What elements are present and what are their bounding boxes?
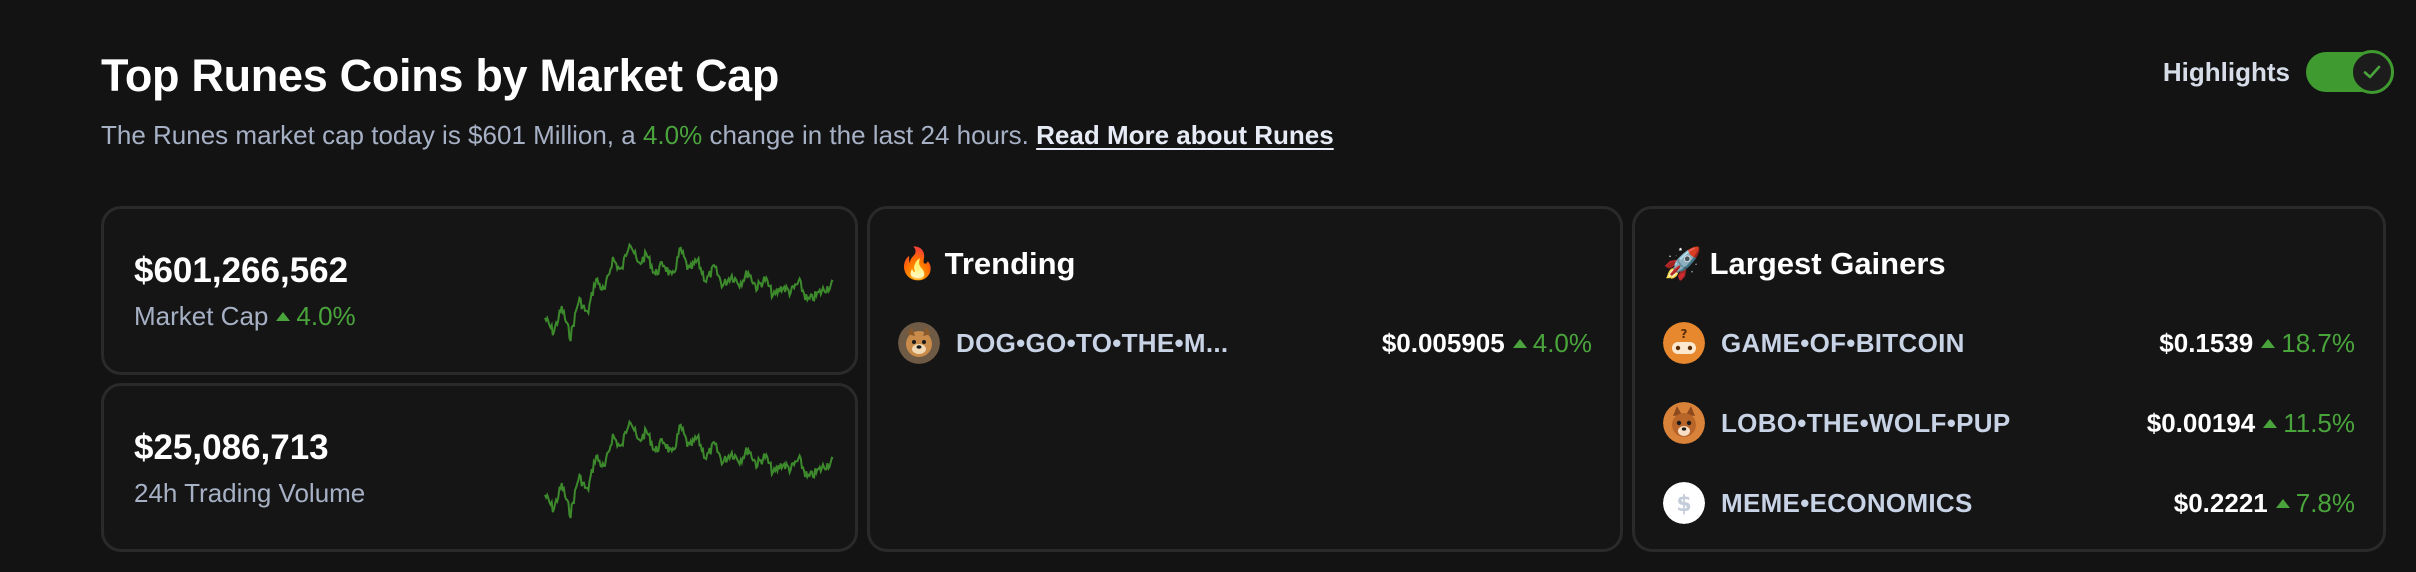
dog-icon — [898, 322, 940, 364]
trading-volume-card: $25,086,713 24h Trading Volume — [101, 383, 858, 552]
gainer-coin-change: 18.7% — [2261, 328, 2355, 359]
trending-coin-name: DOG•GO•TO•THE•M... — [956, 327, 1229, 358]
gainer-coin-name: GAME•OF•BITCOIN — [1721, 327, 1965, 358]
market-cap-value: $601,266,562 — [134, 251, 349, 290]
gainer-coin-change-value: 18.7% — [2281, 327, 2355, 358]
check-icon — [2363, 65, 2381, 79]
gainer-coin-change: 7.8% — [2275, 487, 2355, 519]
toggle-knob — [2350, 50, 2394, 94]
rocket-icon: 🚀 — [1663, 246, 1702, 281]
market-cap-change-value: 4.0% — [296, 301, 356, 331]
gainer-coin-change: 11.5% — [2263, 408, 2355, 439]
gainers-title: Largest Gainers — [1709, 245, 1946, 281]
market-cap-sparkline — [544, 242, 834, 342]
highlights-label: Highlights — [2162, 56, 2290, 87]
svg-text:?: ? — [1681, 327, 1688, 341]
game-controller-icon: ? — [1663, 322, 1705, 364]
trending-title-row: 🔥 Trending — [898, 245, 1076, 282]
highlights-control: Highlights — [2162, 50, 2394, 94]
page: Top Runes Coins by Market Cap The Runes … — [0, 0, 2416, 572]
market-cap-card: $601,266,562 Market Cap 4.0% — [101, 206, 858, 375]
up-arrow-icon — [2275, 498, 2290, 508]
up-arrow-icon — [2261, 338, 2276, 348]
gainer-coin-change-value: 11.5% — [2283, 407, 2355, 438]
trading-volume-sparkline — [544, 419, 834, 519]
market-cap-change: 4.0% — [276, 301, 356, 332]
up-arrow-icon — [1512, 338, 1527, 348]
subtitle-prefix: The Runes market cap today is $601 Milli… — [101, 120, 636, 150]
page-title: Top Runes Coins by Market Cap — [101, 50, 780, 101]
fire-icon: 🔥 — [898, 246, 937, 281]
dollar-icon: $ — [1663, 482, 1705, 524]
trending-title: Trending — [944, 245, 1076, 281]
wolf-icon — [1663, 402, 1705, 444]
up-arrow-icon — [2263, 418, 2278, 428]
trending-panel: 🔥 Trending DOG•GO•TO•THE•M... $0.005905 — [867, 206, 1623, 552]
gainer-row[interactable]: ? GAME•OF•BITCOIN $0.1539 18.7% — [1663, 320, 2355, 366]
subtitle-suffix: change in the last 24 hours. — [709, 120, 1029, 150]
read-more-link[interactable]: Read More about Runes — [1036, 120, 1334, 150]
gainer-coin-price: $0.00194 — [2146, 407, 2256, 438]
trading-volume-value: $25,086,713 — [134, 428, 329, 467]
gainer-coin-change-value: 7.8% — [2295, 487, 2355, 518]
highlights-toggle[interactable] — [2306, 50, 2394, 94]
gainer-row[interactable]: LOBO•THE•WOLF•PUP $0.00194 11.5% — [1663, 400, 2355, 446]
market-cap-label-row: Market Cap 4.0% — [134, 301, 356, 332]
gainer-coin-name: LOBO•THE•WOLF•PUP — [1721, 407, 2011, 438]
trading-volume-label-row: 24h Trading Volume — [134, 478, 365, 509]
trending-coin-price: $0.005905 — [1381, 327, 1505, 358]
trending-row[interactable]: DOG•GO•TO•THE•M... $0.005905 4.0% — [898, 320, 1592, 366]
trending-coin-change: 4.0% — [1512, 327, 1592, 359]
gainer-coin-price: $0.2221 — [2173, 487, 2268, 518]
trending-coin-change-value: 4.0% — [1532, 327, 1592, 358]
largest-gainers-panel: 🚀 Largest Gainers ? GAME•OF•BITCOIN $0.1… — [1632, 206, 2386, 552]
up-arrow-icon — [276, 312, 291, 321]
svg-text:$: $ — [1676, 492, 1691, 517]
page-subtitle: The Runes market cap today is $601 Milli… — [101, 118, 1334, 152]
trading-volume-label: 24h Trading Volume — [134, 478, 366, 508]
gainers-title-row: 🚀 Largest Gainers — [1663, 245, 1946, 282]
market-cap-label: Market Cap — [134, 301, 269, 331]
gainer-coin-name: MEME•ECONOMICS — [1721, 487, 1973, 518]
gainer-row[interactable]: $ MEME•ECONOMICS $0.2221 7.8% — [1663, 480, 2355, 526]
gainer-coin-price: $0.1539 — [2159, 327, 2254, 358]
subtitle-change: 4.0% — [642, 120, 703, 150]
header: Top Runes Coins by Market Cap The Runes … — [101, 48, 1334, 152]
